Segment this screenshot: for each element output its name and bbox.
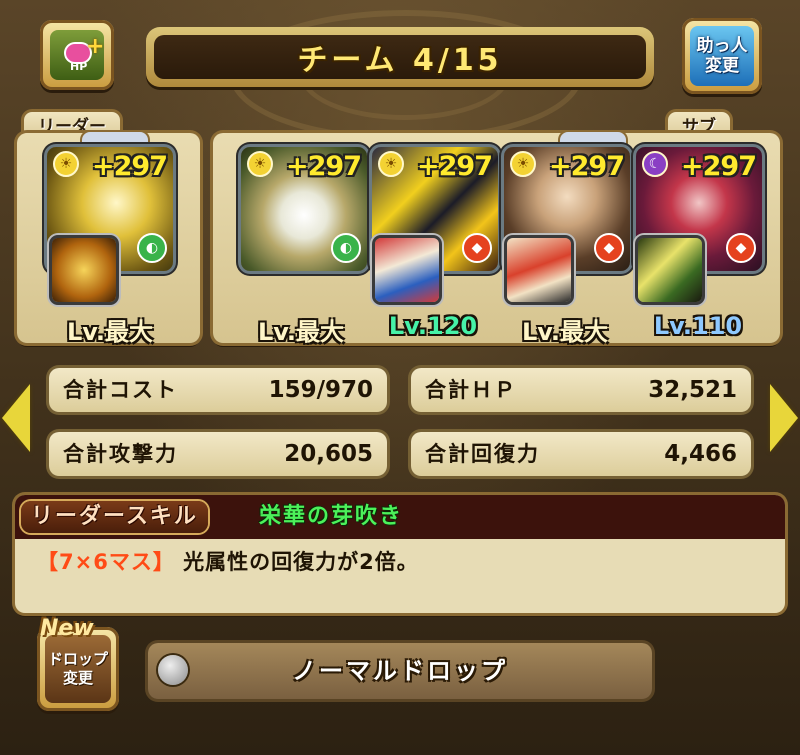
total-recovery-label: 合計回復力 — [425, 442, 540, 466]
leader-skill-effect: 光属性の回復力が2倍。 — [183, 550, 419, 574]
light-attribute-icon: ☀ — [53, 151, 79, 177]
change-helper-button[interactable]: 助っ人 変更 — [682, 18, 762, 94]
total-hp-box: 合計ＨＰ 32,521 — [411, 368, 751, 412]
sub-star-tab — [560, 132, 626, 146]
board-size-label: 【7×6マス】 — [37, 550, 175, 574]
hp-label: HP — [70, 60, 88, 73]
level-label: Lv.最大 — [66, 318, 154, 346]
plus-hp-icon: + HP — [50, 30, 104, 80]
change-drop-label-2: 変更 — [62, 669, 93, 687]
new-tag: New — [40, 616, 94, 641]
team-screen: + HP チーム 4/15 助っ人 変更 リーダー サブ ☀ +297 ◐ ☀ … — [0, 0, 800, 755]
leader-skill-panel: リーダースキル 栄華の芽吹き 【7×6マス】 光属性の回復力が2倍。 — [15, 495, 785, 613]
assist-icon-3[interactable] — [507, 238, 571, 302]
drop-type-bar: ノーマルドロップ — [148, 643, 652, 699]
leader-skill-description: 【7×6マス】 光属性の回復力が2倍。 — [37, 545, 419, 579]
leader-skill-badge: リーダースキル — [21, 501, 208, 533]
plus-value: +297 — [681, 151, 757, 182]
sub-monster-card-1[interactable]: ☀ +297 ◐ — [241, 147, 367, 271]
change-helper-label-1: 助っ人 — [696, 36, 748, 56]
assist-icon-2[interactable] — [375, 238, 439, 302]
total-cost-label: 合計コスト — [63, 378, 178, 402]
leader-star-tab — [82, 132, 148, 146]
total-recovery-value: 4,466 — [664, 441, 737, 467]
leader-assist-icon[interactable] — [52, 238, 116, 302]
dark-attribute-icon: ☾ — [642, 151, 668, 177]
plus-hp-button[interactable]: + HP — [40, 20, 114, 90]
total-cost-value: 159/970 — [268, 377, 373, 403]
team-title-bar: チーム 4/15 — [146, 27, 654, 87]
level-label: Lv.120 — [388, 312, 478, 340]
fire-sub-attribute-icon: ◆ — [594, 233, 624, 263]
level-label: Lv.最大 — [521, 318, 609, 346]
plus-icon: + — [86, 34, 105, 59]
drop-type-label: ノーマルドロップ — [292, 657, 508, 685]
total-hp-label: 合計ＨＰ — [425, 378, 517, 402]
leader-skill-header: リーダースキル 栄華の芽吹き — [15, 495, 785, 539]
wood-sub-attribute-icon: ◐ — [331, 233, 361, 263]
plus-value: +297 — [92, 151, 168, 182]
next-team-arrow[interactable] — [770, 384, 798, 452]
light-attribute-icon: ☀ — [510, 151, 536, 177]
plus-value: +297 — [286, 151, 362, 182]
wood-sub-attribute-icon: ◐ — [137, 233, 167, 263]
plus-value: +297 — [417, 151, 493, 182]
total-attack-box: 合計攻撃力 20,605 — [49, 432, 387, 476]
total-attack-value: 20,605 — [284, 441, 373, 467]
team-title: チーム 4/15 — [297, 43, 503, 78]
level-label: Lv.最大 — [257, 318, 345, 346]
previous-team-arrow[interactable] — [2, 384, 30, 452]
change-drop-label-1: ドロップ — [47, 650, 108, 668]
fire-sub-attribute-icon: ◆ — [726, 233, 756, 263]
total-recovery-box: 合計回復力 4,466 — [411, 432, 751, 476]
light-attribute-icon: ☀ — [378, 151, 404, 177]
total-attack-label: 合計攻撃力 — [63, 442, 178, 466]
fire-sub-attribute-icon: ◆ — [462, 233, 492, 263]
level-label: Lv.110 — [653, 312, 743, 340]
change-helper-label-2: 変更 — [705, 56, 739, 76]
assist-icon-4[interactable] — [638, 238, 702, 302]
total-cost-box: 合計コスト 159/970 — [49, 368, 387, 412]
total-hp-value: 32,521 — [648, 377, 737, 403]
plus-value: +297 — [549, 151, 625, 182]
leader-skill-name: 栄華の芽吹き — [259, 504, 404, 529]
light-attribute-icon: ☀ — [247, 151, 273, 177]
